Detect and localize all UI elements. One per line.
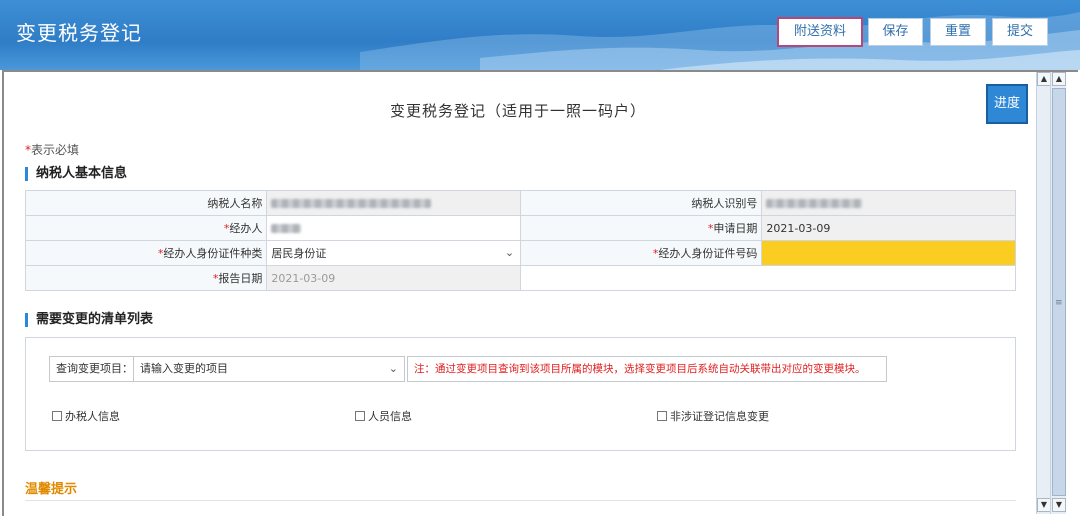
apply-date-value: 2021-03-09 <box>761 215 1016 241</box>
page-scrollbar[interactable]: ▲ ≡ ▼ <box>1050 72 1066 514</box>
agent-value[interactable] <box>266 215 522 241</box>
table-row: *报告日期 2021-03-09 <box>24 265 1016 291</box>
divider <box>25 500 1016 501</box>
change-list-panel: 查询变更项目： 请输入变更的项目 ⌄ 注：通过变更项目查询到该项目所属的模块，选… <box>25 337 1016 451</box>
chevron-down-icon: ⌄ <box>504 246 515 259</box>
scroll-down-icon[interactable]: ▼ <box>1052 498 1066 512</box>
taxpayer-name-label: 纳税人名称 <box>24 190 268 216</box>
table-row: *经办人 *申请日期 2021-03-09 <box>24 215 1016 241</box>
checkbox-taxpayer-info[interactable]: 办税人信息 <box>52 408 120 424</box>
query-input[interactable]: 请输入变更的项目 <box>140 357 228 381</box>
attach-materials-button[interactable]: 附送资料 <box>777 17 863 47</box>
table-row: *经办人身份证件种类 居民身份证 ⌄ *经办人身份证件号码 <box>24 240 1016 266</box>
inner-scrollbar[interactable]: ▲ ▼ <box>1036 72 1051 514</box>
scrollbar-thumb[interactable] <box>1052 88 1066 496</box>
agent-id-type-label-cell: *经办人身份证件种类 <box>24 240 268 266</box>
agent-label-cell: *经办人 <box>24 215 268 241</box>
report-date-label-cell: *报告日期 <box>24 265 268 291</box>
scroll-up-icon[interactable]: ▲ <box>1037 72 1051 86</box>
checkbox-non-certificate-change[interactable]: 非涉证登记信息变更 <box>657 408 769 424</box>
form-title: 变更税务登记（适用于一照一码户） <box>389 102 646 120</box>
taxpayer-name-value <box>266 190 522 216</box>
chevron-down-icon[interactable]: ⌄ <box>389 362 398 375</box>
reset-button[interactable]: 重置 <box>930 18 986 46</box>
taxpayer-id-label: 纳税人识别号 <box>520 190 763 216</box>
table-row: 纳税人名称 纳税人识别号 <box>24 190 1016 216</box>
scroll-up-icon[interactable]: ▲ <box>1052 72 1066 86</box>
taxpayer-id-value <box>761 190 1016 216</box>
query-note: 注：通过变更项目查询到该项目所属的模块，选择变更项目后系统自动关联带出对应的变更… <box>407 356 887 382</box>
required-note: *表示必填 <box>25 143 80 157</box>
section-title-basic-info: 纳税人基本信息 <box>25 167 127 181</box>
scroll-down-icon[interactable]: ▼ <box>1037 498 1051 512</box>
apply-date-label-cell: *申请日期 <box>520 215 763 241</box>
checkbox-icon[interactable] <box>52 411 62 421</box>
agent-id-no-label-cell: *经办人身份证件号码 <box>520 240 763 266</box>
checkbox-personnel-info[interactable]: 人员信息 <box>355 408 412 424</box>
agent-id-type-select[interactable]: 居民身份证 ⌄ <box>266 240 522 266</box>
empty-cell <box>520 265 1016 291</box>
app-header: 变更税务登记 附送资料 保存 重置 提交 <box>0 0 1080 70</box>
basic-info-table: 纳税人名称 纳税人识别号 *经办人 *申请日期 2021-03-09 *经办人身… <box>24 190 1016 291</box>
change-item-query[interactable]: 查询变更项目： 请输入变更的项目 ⌄ <box>49 356 405 382</box>
report-date-value: 2021-03-09 <box>266 265 522 291</box>
checkbox-icon[interactable] <box>657 411 667 421</box>
submit-button[interactable]: 提交 <box>992 18 1048 46</box>
query-label: 查询变更项目： <box>50 357 134 381</box>
save-button[interactable]: 保存 <box>868 18 923 46</box>
tips-title: 温馨提示 <box>25 482 78 497</box>
section-title-change-list: 需要变更的清单列表 <box>25 313 153 327</box>
checkbox-icon[interactable] <box>355 411 365 421</box>
progress-button[interactable]: 进度 <box>986 84 1028 124</box>
scroll-grip-icon: ≡ <box>1055 298 1063 308</box>
page-title: 变更税务登记 <box>16 21 142 45</box>
agent-id-no-input[interactable] <box>761 240 1016 266</box>
